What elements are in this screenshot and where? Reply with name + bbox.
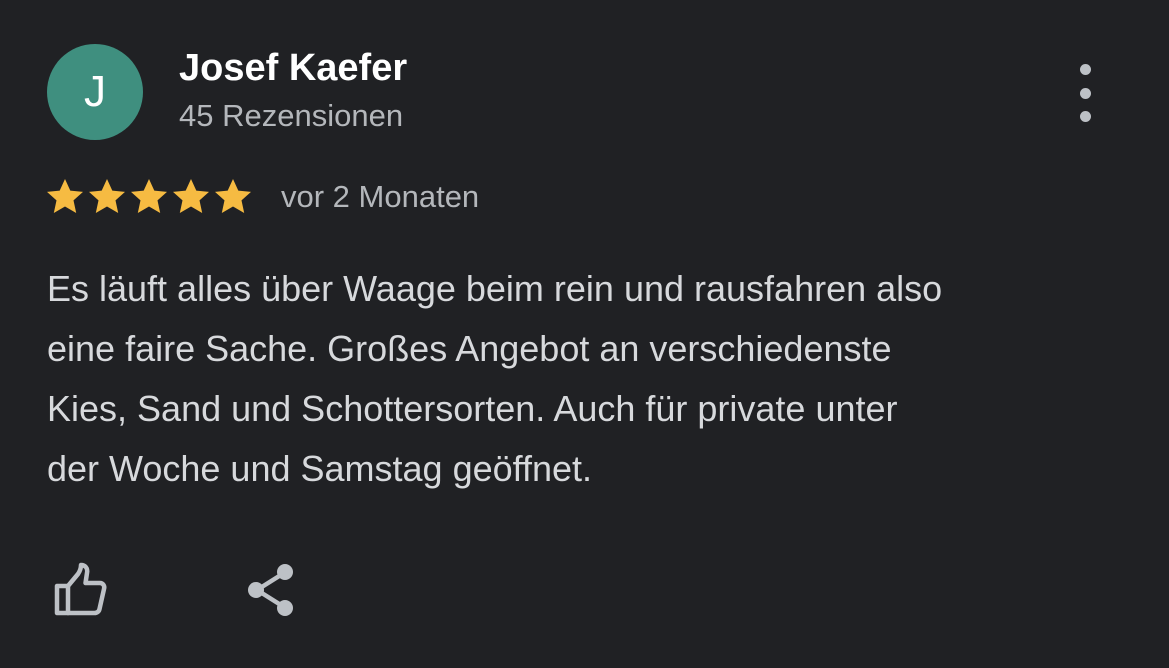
rating-row: vor 2 Monaten: [45, 174, 479, 220]
star-icon: [47, 179, 83, 213]
review-date: vor 2 Monaten: [281, 179, 480, 214]
star-icon: [89, 179, 125, 213]
reviewer-review-count: 45 Rezensionen: [179, 98, 404, 133]
star-icon: [131, 179, 167, 213]
review-text-line: eine faire Sache. Großes Angebot an vers…: [47, 328, 892, 369]
star-rating: [45, 177, 253, 217]
star-icon: [173, 179, 209, 213]
more-vert-icon-dot: [1079, 111, 1091, 122]
review-text-line: der Woche und Samstag geöffnet.: [47, 448, 593, 489]
review-text-line: Kies, Sand und Schottersorten. Auch für …: [47, 388, 898, 429]
thumb-up-icon: [54, 562, 107, 616]
more-options-button[interactable]: [1066, 64, 1104, 122]
like-button[interactable]: [46, 556, 112, 622]
more-vert-icon-dot: [1079, 87, 1091, 99]
avatar-initial: J: [84, 67, 106, 116]
reviewer-name[interactable]: Josef Kaefer: [179, 47, 407, 90]
share-button[interactable]: [238, 556, 304, 622]
avatar[interactable]: J: [47, 44, 143, 140]
more-vert-icon: [1079, 64, 1091, 75]
star-icon: [215, 179, 251, 213]
review-card: J Josef Kaefer 45 Rezensionen vor 2 Mona…: [0, 0, 1169, 668]
share-icon: [248, 564, 293, 616]
review-text: Es läuft alles über Waage beim rein und …: [47, 259, 1127, 499]
review-text-line: Es läuft alles über Waage beim rein und …: [47, 268, 943, 309]
